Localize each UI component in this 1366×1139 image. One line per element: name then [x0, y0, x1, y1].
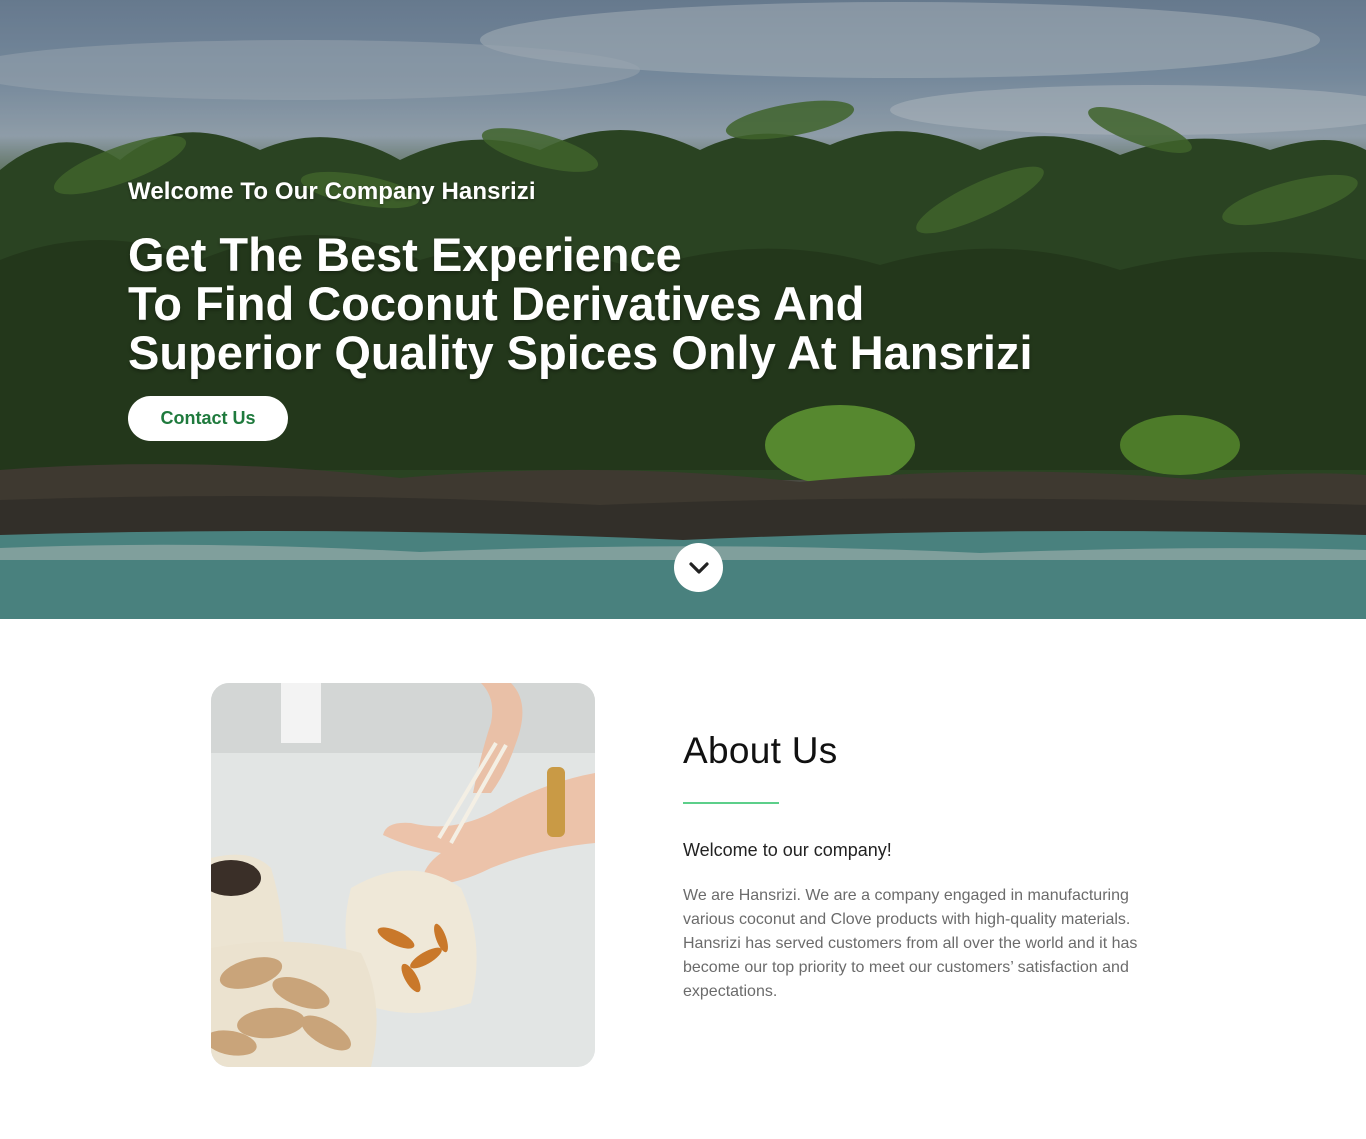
hero-section: Welcome To Our Company Hansrizi Get The …	[0, 0, 1366, 619]
contact-us-button[interactable]: Contact Us	[128, 396, 288, 441]
hero-subtitle: Welcome To Our Company Hansrizi	[128, 178, 536, 205]
hero-title-line: To Find Coconut Derivatives And	[128, 277, 865, 330]
chevron-down-icon	[688, 561, 709, 574]
hero-title-line: Get The Best Experience	[128, 228, 682, 281]
about-image	[211, 683, 595, 1067]
about-body-text: We are Hansrizi. We are a company engage…	[683, 887, 1138, 1000]
about-divider	[683, 802, 779, 804]
about-welcome-text: Welcome to our company!	[683, 840, 892, 860]
hero-title-line: Superior Quality Spices Only At Hansrizi	[128, 326, 1033, 379]
about-heading: About Us	[683, 730, 838, 771]
scroll-down-button[interactable]	[674, 543, 723, 592]
hero-title: Get The Best Experience To Find Coconut …	[128, 230, 1178, 377]
